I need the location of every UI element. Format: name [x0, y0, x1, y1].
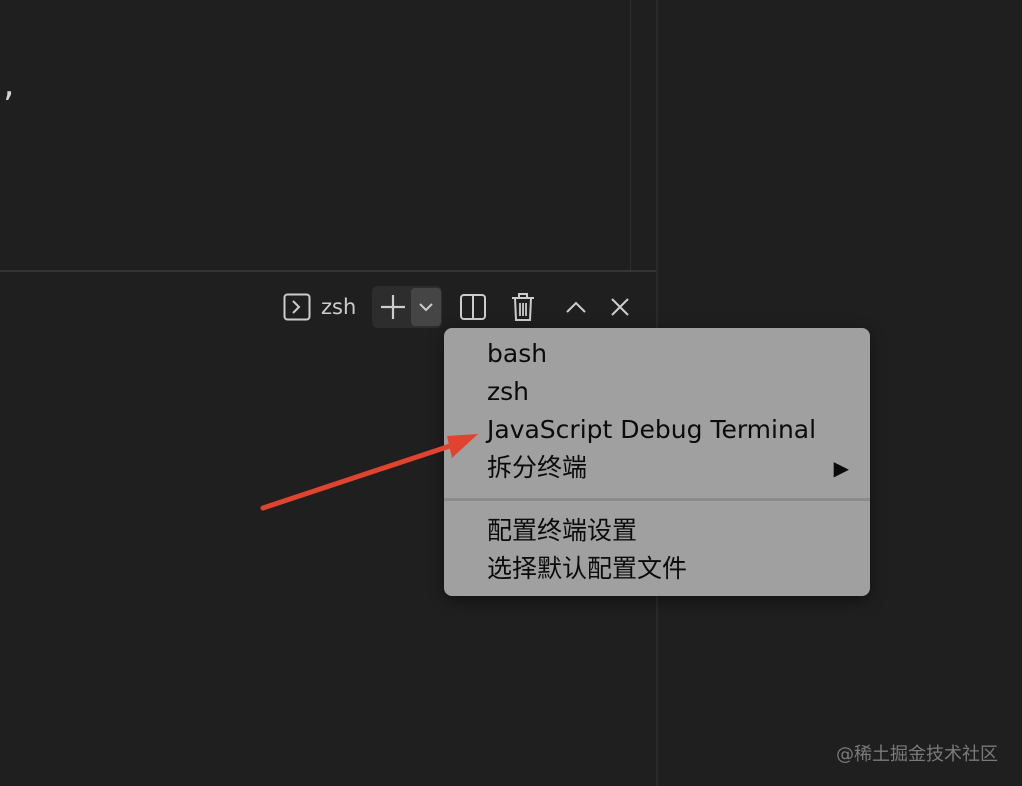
kill-terminal-button[interactable] [508, 291, 538, 323]
editor-ruler [630, 0, 631, 270]
menu-item-split-terminal[interactable]: 拆分终端 ▶ [487, 449, 849, 487]
menu-item-bash[interactable]: bash [487, 335, 547, 373]
menu-separator [444, 498, 870, 501]
editor-area: , [0, 0, 656, 270]
chevron-down-icon [419, 303, 433, 312]
split-icon [460, 294, 486, 320]
active-terminal-label[interactable]: zsh [321, 294, 356, 320]
chevron-up-icon [566, 301, 586, 313]
split-terminal-button[interactable] [458, 292, 488, 322]
menu-item-configure-terminal-settings[interactable]: 配置终端设置 [487, 512, 637, 550]
launch-profile-dropdown[interactable] [411, 288, 441, 326]
menu-item-split-terminal-label: 拆分终端 [487, 453, 588, 482]
close-panel-button[interactable] [605, 292, 635, 322]
launch-profile-menu: bash zsh JavaScript Debug Terminal 拆分终端 … [444, 328, 870, 596]
menu-item-javascript-debug-terminal[interactable]: JavaScript Debug Terminal [487, 411, 816, 449]
maximize-panel-button[interactable] [561, 292, 591, 322]
trash-icon [512, 293, 534, 321]
panel-border [0, 270, 657, 272]
plus-icon [381, 295, 405, 319]
menu-item-select-default-profile[interactable]: 选择默认配置文件 [487, 550, 687, 588]
new-terminal-button[interactable] [376, 290, 410, 324]
close-icon [611, 298, 629, 316]
watermark: @稀土掘金技术社区 [836, 744, 998, 765]
editor-text: , [0, 69, 19, 104]
terminal-icon [283, 293, 311, 321]
terminal-toolbar: zsh [0, 286, 656, 328]
menu-item-zsh[interactable]: zsh [487, 373, 529, 411]
submenu-arrow-icon: ▶ [833, 456, 849, 480]
